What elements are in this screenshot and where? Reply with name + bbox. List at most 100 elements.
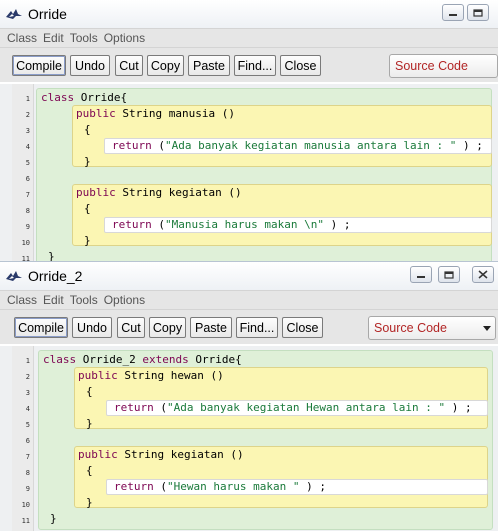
code-line-4: return ("Ada banyak kegiatan manusia ant… — [112, 139, 483, 153]
copy-button[interactable]: Copy — [147, 55, 184, 76]
code-line-2: public String manusia () — [76, 107, 235, 121]
menu-class[interactable]: Class — [7, 293, 37, 307]
title-bar[interactable]: Orride_2 — [0, 262, 498, 290]
line-number: 4 — [25, 405, 30, 413]
code-text: Orride_2 — [76, 353, 143, 366]
code-text: ( — [151, 139, 165, 152]
menu-edit[interactable]: Edit — [43, 293, 64, 307]
view-selector-value: Source Code — [395, 59, 468, 73]
close-window-button[interactable] — [472, 266, 494, 283]
cut-button[interactable]: Cut — [117, 317, 145, 338]
line-number: 2 — [25, 373, 30, 381]
line-number: 9 — [25, 223, 30, 231]
line-number: 6 — [25, 437, 30, 445]
string-literal: "Ada banyak kegiatan Hewan antara lain :… — [167, 401, 446, 414]
code-text: String manusia () — [115, 107, 235, 120]
keyword: return — [112, 139, 152, 152]
code-line-9: return ("Manusia harus makan \n" ) ; — [112, 218, 350, 232]
chevron-down-icon — [483, 326, 491, 331]
menu-options[interactable]: Options — [104, 31, 145, 45]
string-literal: "Ada banyak kegiatan manusia antara lain… — [165, 139, 457, 152]
close-button[interactable]: Close — [282, 317, 323, 338]
menu-bar: Class Edit Tools Options — [0, 28, 498, 48]
keyword: public — [78, 448, 118, 461]
title-bar[interactable]: Orride — [0, 0, 498, 28]
compile-button[interactable]: Compile — [12, 55, 66, 76]
code-text: ) ; — [445, 401, 472, 414]
toolbar: Compile Undo Cut Copy Paste Find... Clos… — [0, 310, 498, 344]
line-number: 6 — [25, 175, 30, 183]
line-number-gutter: 1 2 3 4 5 6 7 8 9 10 11 — [12, 346, 34, 531]
code-text: String kegiatan () — [115, 186, 242, 199]
code-line-1: class Orride_2 extends Orride{ — [43, 353, 242, 367]
code-text: Orride{ — [188, 353, 242, 366]
view-selector[interactable]: Source Code — [389, 54, 498, 78]
paste-button[interactable]: Paste — [190, 317, 232, 338]
string-literal: "Hewan harus makan " — [167, 480, 300, 493]
menu-class[interactable]: Class — [7, 31, 37, 45]
code-text: ) ; — [299, 480, 326, 493]
bluej-bird-icon — [6, 9, 22, 19]
close-button[interactable]: Close — [280, 55, 321, 76]
code-text: ) ; — [456, 139, 483, 152]
menu-tools[interactable]: Tools — [70, 293, 98, 307]
code-text: String hewan () — [117, 369, 224, 382]
code-line-7: public String kegiatan () — [76, 186, 242, 200]
line-number: 7 — [25, 191, 30, 199]
copy-button[interactable]: Copy — [149, 317, 186, 338]
maximize-button[interactable] — [438, 266, 460, 283]
code-line-9: return ("Hewan harus makan " ) ; — [114, 480, 326, 494]
code-line-8: { — [84, 202, 91, 215]
code-editor[interactable]: 1 2 3 4 5 6 7 8 9 10 11 class Orride{ pu… — [0, 84, 498, 266]
close-icon — [478, 270, 488, 279]
code-line-5: } — [86, 417, 93, 430]
code-text: ) ; — [323, 218, 351, 231]
line-number: 10 — [21, 239, 30, 247]
string-literal: "Manusia harus makan \n" — [165, 218, 324, 231]
code-text: ( — [153, 480, 167, 493]
keyword: extends — [142, 353, 189, 366]
minimize-button[interactable] — [442, 4, 464, 21]
find-button[interactable]: Find... — [234, 55, 276, 76]
maximize-icon — [444, 270, 454, 279]
editor-window-orride: Orride Class Edit Tools Options Compile … — [0, 0, 498, 266]
code-line-10: } — [84, 234, 91, 247]
menu-tools[interactable]: Tools — [70, 31, 98, 45]
line-number: 1 — [25, 357, 30, 365]
find-button[interactable]: Find... — [236, 317, 278, 338]
line-number: 3 — [25, 127, 30, 135]
view-selector-value: Source Code — [374, 321, 447, 335]
code-line-5: } — [84, 155, 91, 168]
window-title: Orride_2 — [28, 268, 83, 284]
code-line-4: return ("Ada banyak kegiatan Hewan antar… — [114, 401, 472, 415]
line-number: 9 — [25, 485, 30, 493]
menu-edit[interactable]: Edit — [43, 31, 64, 45]
cut-button[interactable]: Cut — [115, 55, 143, 76]
line-number: 5 — [25, 159, 30, 167]
code-editor[interactable]: 1 2 3 4 5 6 7 8 9 10 11 class Orride_2 e… — [0, 346, 498, 531]
keyword: return — [112, 218, 152, 231]
paste-button[interactable]: Paste — [188, 55, 230, 76]
compile-button[interactable]: Compile — [14, 317, 68, 338]
minimize-button[interactable] — [410, 266, 432, 283]
code-text: ( — [151, 218, 165, 231]
keyword: return — [114, 480, 154, 493]
code-line-7: public String kegiatan () — [78, 448, 244, 462]
line-number-gutter: 1 2 3 4 5 6 7 8 9 10 11 — [12, 84, 34, 266]
code-line-11: } — [50, 512, 57, 525]
maximize-button[interactable] — [467, 4, 489, 21]
undo-button[interactable]: Undo — [70, 55, 110, 76]
menu-bar: Class Edit Tools Options — [0, 290, 498, 310]
code-line-3: { — [86, 385, 93, 398]
editor-window-orride-2: Orride_2 Class Edit Tools Options Compil… — [0, 261, 498, 531]
line-number: 4 — [25, 143, 30, 151]
menu-options[interactable]: Options — [104, 293, 145, 307]
toolbar: Compile Undo Cut Copy Paste Find... Clos… — [0, 48, 498, 82]
window-title: Orride — [28, 6, 67, 22]
code-line-10: } — [86, 496, 93, 509]
minimize-icon — [417, 275, 425, 278]
keyword: public — [76, 107, 116, 120]
undo-button[interactable]: Undo — [72, 317, 112, 338]
view-selector[interactable]: Source Code — [368, 316, 496, 340]
line-number: 10 — [21, 501, 30, 509]
